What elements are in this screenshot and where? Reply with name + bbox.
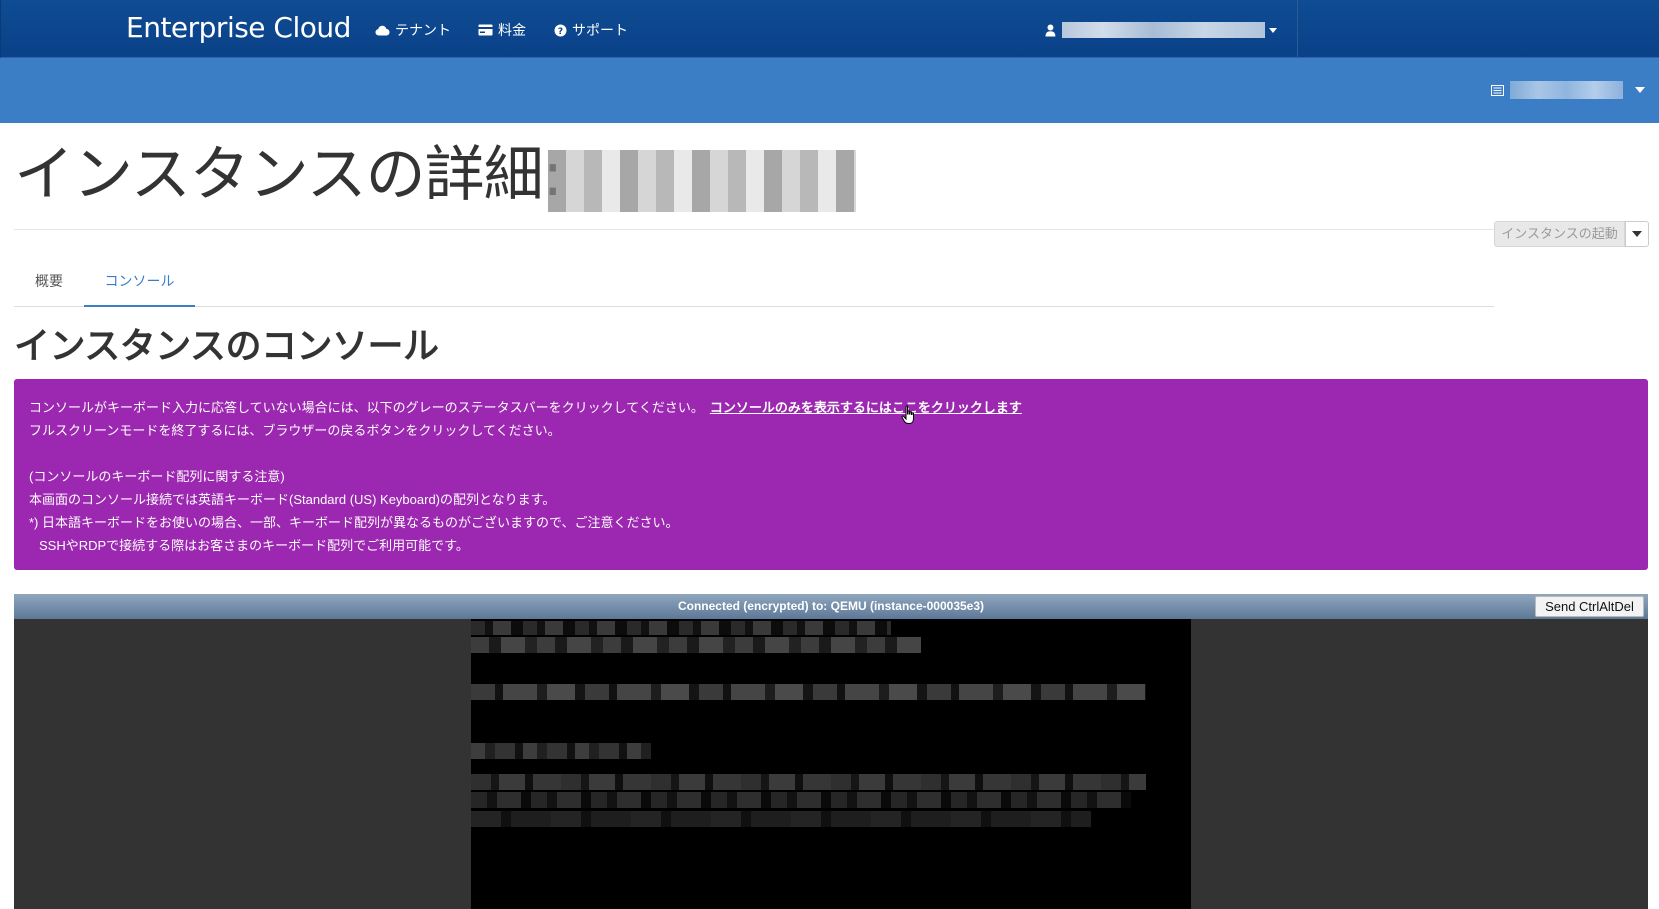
console-text-redacted	[471, 621, 891, 635]
console-text-redacted	[471, 792, 1131, 808]
chevron-down-icon	[1269, 27, 1277, 33]
title-divider	[14, 229, 1494, 230]
credit-card-icon	[478, 24, 493, 36]
console-screen[interactable]	[471, 619, 1191, 909]
actions-dropdown-toggle[interactable]	[1625, 221, 1649, 247]
project-bar	[0, 58, 1659, 123]
launch-instance-button[interactable]: インスタンスの起動	[1494, 221, 1625, 247]
nav-tenant[interactable]: テナント	[375, 18, 451, 42]
console-text-redacted	[471, 637, 921, 653]
console-text-redacted	[471, 684, 1146, 700]
svg-text:?: ?	[558, 27, 563, 37]
user-name-redacted	[1061, 22, 1265, 38]
alert-line-3: (コンソールのキーボード配列に関する注意)	[29, 469, 285, 484]
nav-support[interactable]: ? サポート	[554, 18, 628, 42]
list-icon	[1491, 84, 1504, 96]
question-circle-icon: ?	[554, 24, 567, 37]
user-menu[interactable]	[1045, 18, 1277, 42]
console-info-alert: コンソールがキーボード入力に応答していない場合には、以下のグレーのステータスバー…	[14, 379, 1648, 570]
send-ctrl-alt-del-button[interactable]: Send CtrlAltDel	[1535, 596, 1644, 617]
user-icon	[1045, 24, 1056, 36]
alert-text-1: コンソールがキーボード入力に応答していない場合には、以下のグレーのステータスバー…	[29, 400, 704, 415]
nav-billing-label: 料金	[498, 22, 526, 38]
project-name-redacted	[1510, 81, 1623, 99]
nav-billing[interactable]: 料金	[478, 18, 526, 42]
tab-console[interactable]: コンソール	[84, 264, 195, 307]
alert-spacer	[29, 442, 1633, 465]
console-text-redacted	[471, 743, 651, 759]
hand-cursor-icon	[901, 405, 914, 424]
alert-line-2: フルスクリーンモードを終了するには、ブラウザーの戻るボタンをクリックしてください…	[29, 423, 561, 438]
alert-line-6: SSHやRDPで接続する際はお客さまのキーボード配列でご利用可能です。	[39, 538, 469, 553]
alert-line-1: コンソールがキーボード入力に応答していない場合には、以下のグレーのステータスバー…	[29, 396, 1633, 419]
alert-line-5: *) 日本語キーボードをお使いの場合、一部、キーボード配列が異なるものがございま…	[29, 515, 679, 530]
page-title: インスタンスの詳細:	[14, 140, 563, 210]
nav-support-label: サポート	[572, 22, 628, 38]
console-text-redacted	[471, 774, 1146, 790]
cloud-icon	[375, 25, 390, 35]
navbar-divider	[1297, 0, 1298, 58]
chevron-down-icon	[1632, 231, 1642, 237]
section-title: インスタンスのコンソール	[14, 326, 439, 367]
console-status-bar[interactable]: Connected (encrypted) to: QEMU (instance…	[14, 594, 1648, 619]
chevron-down-icon	[1635, 87, 1645, 93]
console-only-link[interactable]: コンソールのみを表示するにはここをクリックします	[710, 400, 1022, 415]
project-selector[interactable]	[1491, 80, 1651, 100]
nav-tenant-label: テナント	[395, 22, 451, 38]
alert-line-4: 本画面のコンソール接続では英語キーボード(Standard (US) Keybo…	[29, 492, 556, 507]
top-navbar: Enterprise Cloud テナント 料金 ? サポート	[0, 0, 1659, 58]
console-status-text: Connected (encrypted) to: QEMU (instance…	[677, 599, 985, 613]
tab-overview[interactable]: 概要	[14, 264, 84, 307]
instance-tabs: 概要 コンソール	[14, 264, 1494, 307]
brand-logo[interactable]: Enterprise Cloud	[126, 8, 351, 48]
console-text-redacted	[471, 811, 1091, 827]
instance-name-redacted	[548, 150, 856, 212]
